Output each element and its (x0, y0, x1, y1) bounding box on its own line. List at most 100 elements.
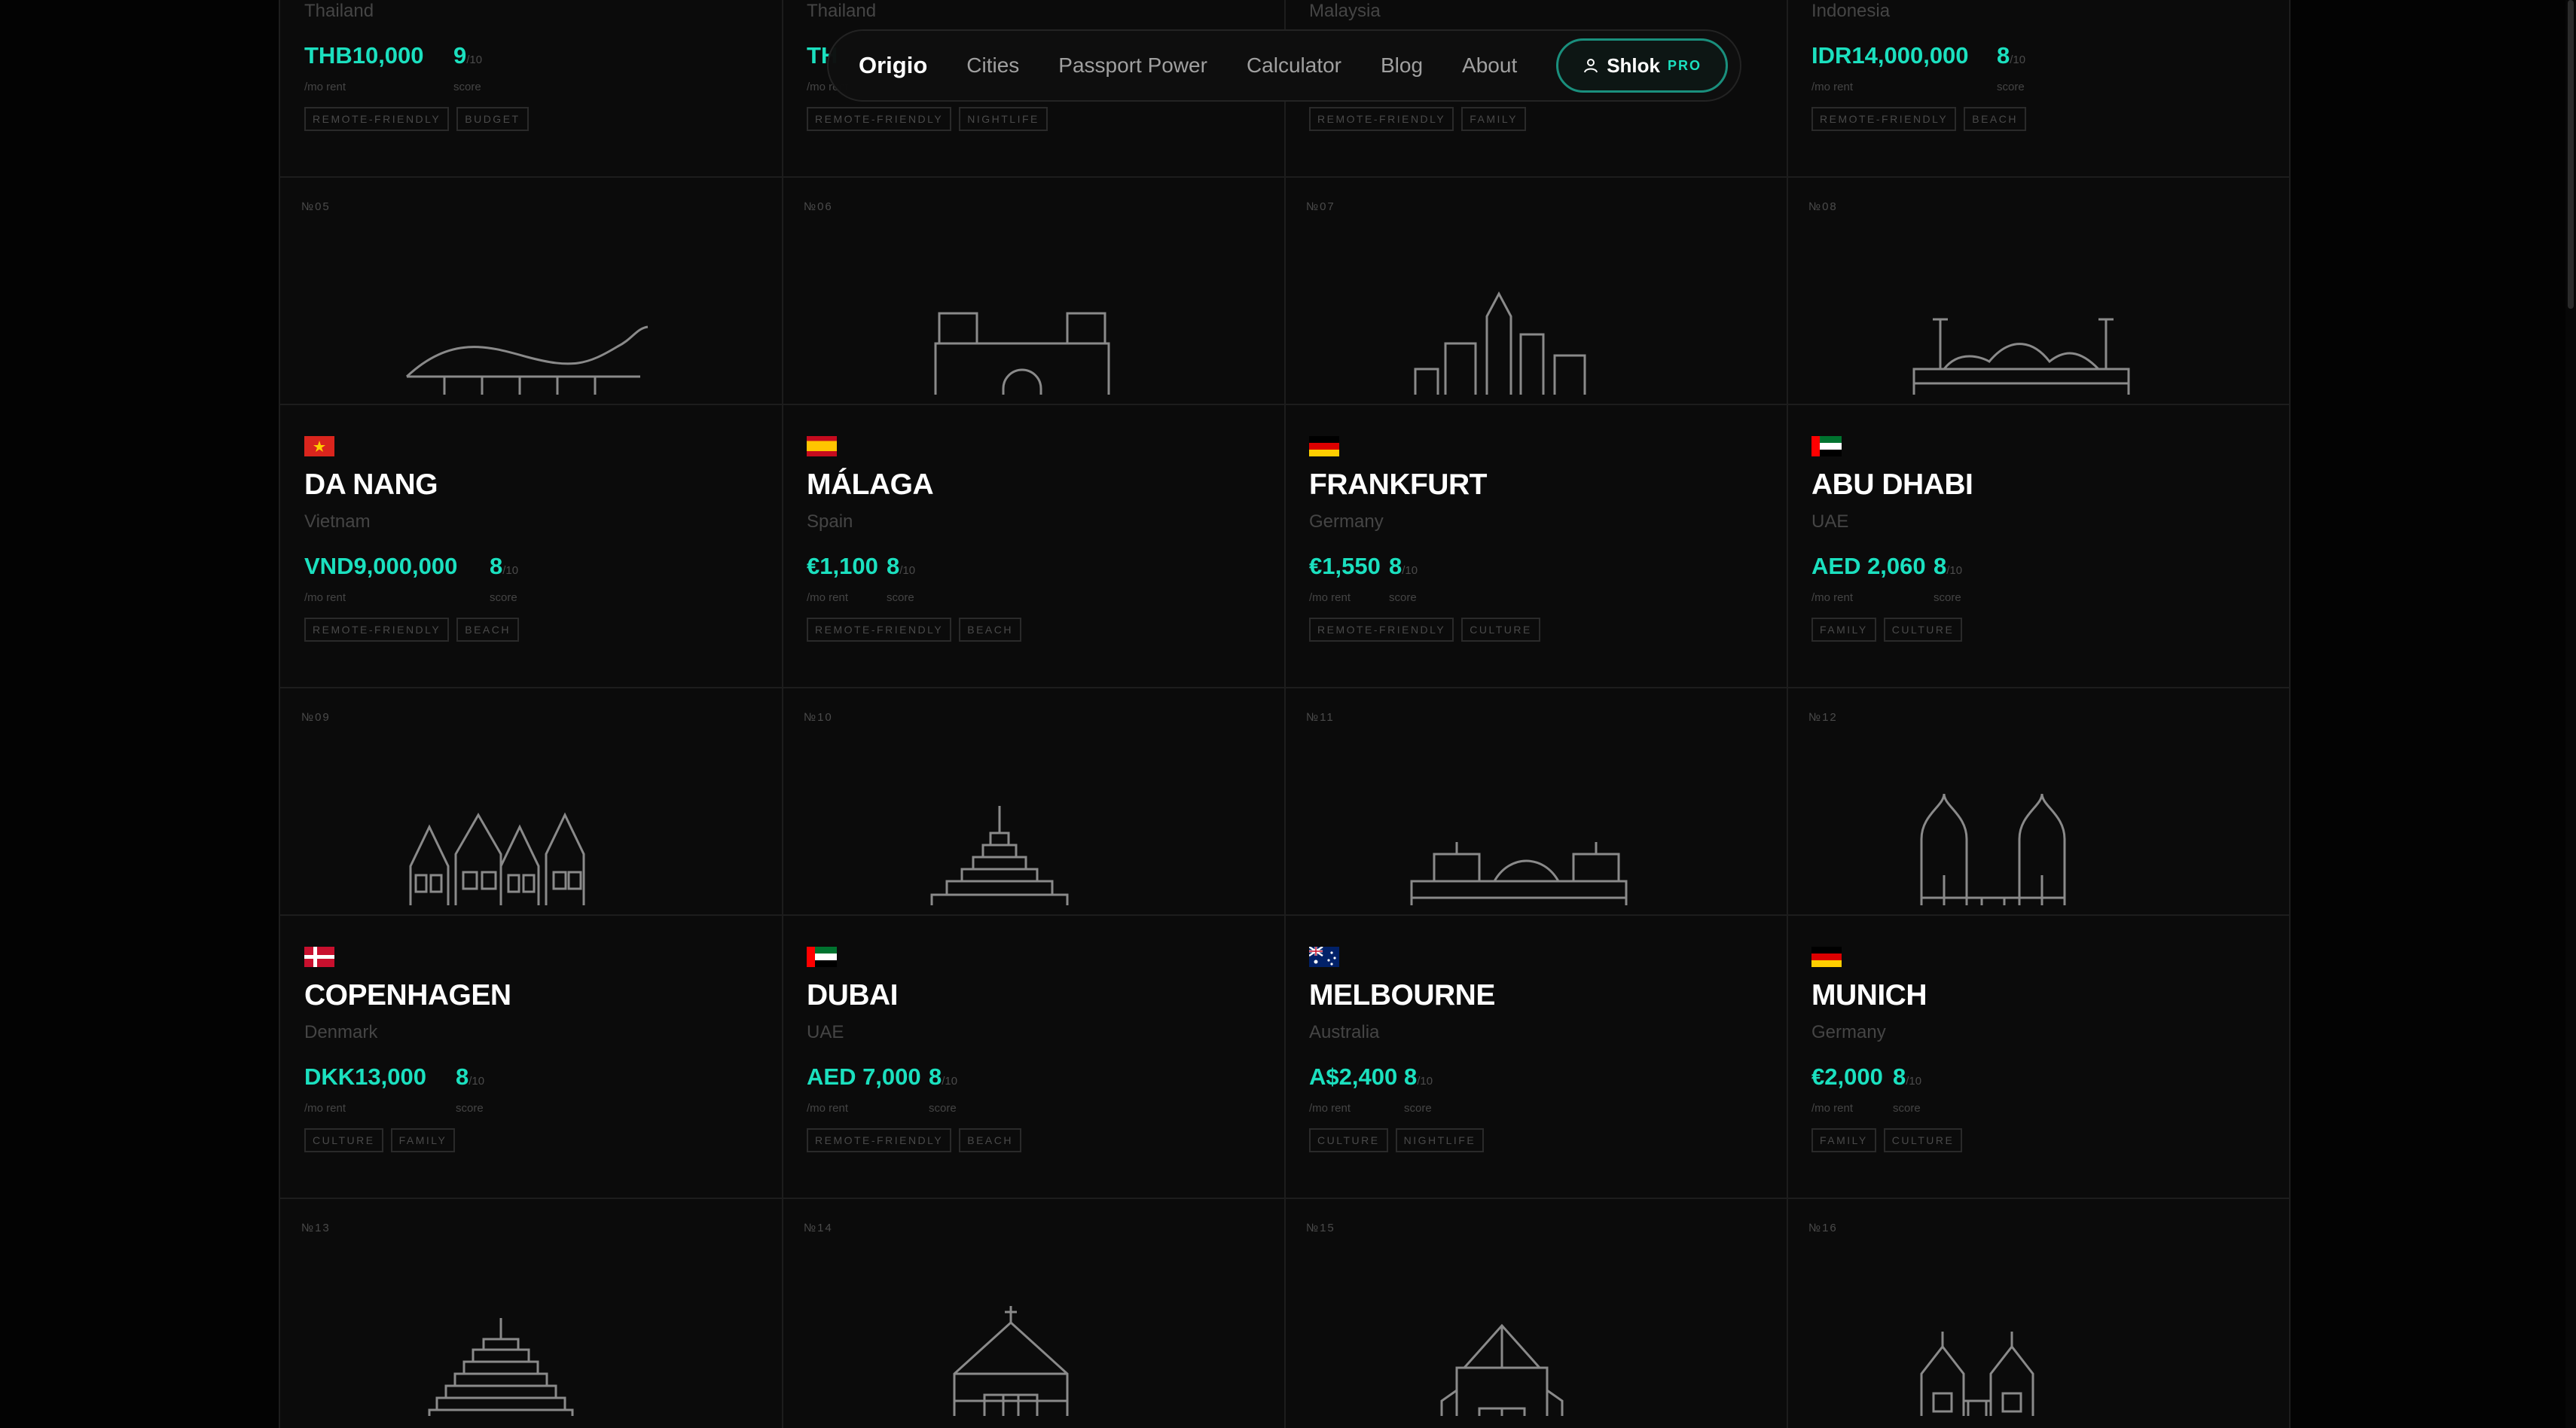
germany-flag-icon (1811, 947, 1842, 967)
tag-list: REMOTE-FRIENDLY BEACH (304, 618, 519, 642)
skyline-icon (1414, 291, 1586, 395)
tag-list: REMOTE-FRIENDLY BEACH (807, 1128, 1021, 1152)
church-icon (953, 1306, 1069, 1416)
vertical-scrollbar[interactable] (2565, 0, 2576, 1428)
landmark-cell[interactable]: №15 (1283, 1199, 1786, 1425)
landmark-cell[interactable]: №13 (279, 1199, 781, 1425)
score-label: score (453, 81, 481, 93)
card-number: №16 (1808, 1222, 1838, 1234)
tag: BUDGET (456, 107, 529, 131)
tag: REMOTE-FRIENDLY (304, 618, 450, 642)
score-label: score (929, 1102, 957, 1115)
tag-list: FAMILY CULTURE (1811, 1128, 1963, 1152)
twin-tower-church-icon (1920, 1332, 2034, 1416)
city-card-dubai[interactable]: DUBAI UAE AED 7,000 8/10 /mo rent score … (781, 916, 1283, 1198)
city-card-bangkok[interactable]: Thailand THB10,000 9/10 /mo rent score R… (279, 0, 781, 176)
nav-link-about[interactable]: About (1462, 53, 1517, 78)
card-number: №11 (1306, 711, 1335, 724)
burj-pagoda-icon (930, 806, 1069, 905)
city-card-munich[interactable]: MUNICH Germany €2,000 8/10 /mo rent scor… (1786, 916, 2288, 1198)
rent-value: IDR14,000,000 (1811, 42, 1969, 69)
landmark-cell[interactable]: №16 (1786, 1199, 2288, 1425)
city-card-melbourne[interactable]: MELBOURNE Australia A$2,400 8/10 /mo ren… (1283, 916, 1786, 1198)
landmark-cell[interactable]: №05 (279, 178, 781, 404)
landmark-cell[interactable]: №08 (1786, 178, 2288, 404)
tag: CULTURE (1461, 618, 1540, 642)
score-value: 8/10 (929, 1063, 958, 1090)
alcazaba-icon (934, 312, 1110, 395)
rent-label: /mo rent (1811, 81, 1854, 93)
landmark-cell[interactable]: №07 (1283, 178, 1786, 404)
tag: BEACH (959, 618, 1021, 642)
rent-label: /mo rent (1811, 591, 1854, 604)
rent-label: /mo rent (1811, 1102, 1854, 1115)
card-number: №08 (1808, 200, 1838, 213)
tag: REMOTE-FRIENDLY (304, 107, 450, 131)
shrine-icon (1440, 1323, 1564, 1416)
tag: FAMILY (1811, 1128, 1876, 1152)
landmark-cell[interactable]: №10 (781, 688, 1283, 914)
nav-link-blog[interactable]: Blog (1381, 53, 1423, 78)
rent-label: /mo rent (304, 81, 346, 93)
country-name: Germany (1309, 511, 1384, 532)
city-name: DUBAI (807, 979, 899, 1012)
city-name: DA NANG (304, 468, 438, 501)
australia-flag-icon (1309, 947, 1339, 967)
city-card-abu-dhabi[interactable]: ABU DHABI UAE AED 2,060 8/10 /mo rent sc… (1786, 405, 2288, 687)
score-label: score (1893, 1102, 1921, 1115)
nyhavn-houses-icon (409, 812, 585, 905)
city-card-da-nang[interactable]: DA NANG Vietnam VND9,000,000 8/10 /mo re… (279, 405, 781, 687)
tag-list: CULTURE NIGHTLIFE (1309, 1128, 1485, 1152)
account-button[interactable]: Shlok PRO (1556, 38, 1728, 93)
score-value: 8/10 (1997, 42, 2026, 69)
nav-link-passport-power[interactable]: Passport Power (1058, 53, 1207, 78)
card-number: №13 (301, 1222, 331, 1234)
landmark-cell[interactable]: №11 (1283, 688, 1786, 914)
user-icon (1584, 59, 1598, 73)
city-name: MUNICH (1811, 979, 1927, 1012)
score-value: 8/10 (1934, 553, 1963, 579)
tag: CULTURE (1883, 618, 1963, 642)
rent-value: AED 2,060 (1811, 553, 1926, 579)
nav-link-cities[interactable]: Cities (966, 53, 1019, 78)
tag: FAMILY (1461, 107, 1527, 131)
country-name: UAE (1811, 511, 1849, 532)
city-card-malaga[interactable]: MÁLAGA Spain €1,100 8/10 /mo rent score … (781, 405, 1283, 687)
score-value: 8/10 (1893, 1063, 1922, 1090)
frauenkirche-icon (1920, 793, 2066, 905)
landmark-cell[interactable]: №06 (781, 178, 1283, 404)
tag-list: CULTURE FAMILY (304, 1128, 456, 1152)
card-number: №07 (1306, 200, 1335, 213)
rent-value: €1,100 (807, 553, 878, 579)
landmark-cell[interactable]: №14 (781, 1199, 1283, 1425)
rent-value: AED 7,000 (807, 1063, 921, 1090)
tag: NIGHTLIFE (959, 107, 1048, 131)
city-name: FRANKFURT (1309, 468, 1487, 501)
country-name: Germany (1811, 1022, 1886, 1042)
rent-label: /mo rent (807, 1102, 849, 1115)
city-name: MELBOURNE (1309, 979, 1495, 1012)
brand-logo[interactable]: Origio (859, 52, 927, 79)
rent-value: THB10,000 (304, 42, 424, 69)
city-name: COPENHAGEN (304, 979, 511, 1012)
city-card-frankfurt[interactable]: FRANKFURT Germany €1,550 8/10 /mo rent s… (1283, 405, 1786, 687)
rent-value: €2,000 (1811, 1063, 1883, 1090)
tag: REMOTE-FRIENDLY (1309, 107, 1454, 131)
rent-label: /mo rent (304, 591, 346, 604)
nav-link-calculator[interactable]: Calculator (1247, 53, 1341, 78)
scrollbar-thumb[interactable] (2568, 0, 2574, 309)
landmark-cell[interactable]: №12 (1786, 688, 2288, 914)
rent-value: VND9,000,000 (304, 553, 458, 579)
tag-list: FAMILY CULTURE (1811, 618, 1963, 642)
score-value: 8/10 (490, 553, 519, 579)
landmark-cell[interactable]: №09 (279, 688, 781, 914)
city-card-copenhagen[interactable]: COPENHAGEN Denmark DKK13,000 8/10 /mo re… (279, 916, 781, 1198)
card-number: №15 (1306, 1222, 1335, 1234)
card-number: №14 (804, 1222, 833, 1234)
tag: REMOTE-FRIENDLY (807, 1128, 952, 1152)
city-card-indonesia[interactable]: Indonesia IDR14,000,000 8/10 /mo rent sc… (1786, 0, 2288, 176)
tag: BEACH (456, 618, 519, 642)
spain-flag-icon (807, 436, 837, 456)
tiered-tower-icon (428, 1318, 574, 1416)
country-name: Australia (1309, 1022, 1380, 1042)
